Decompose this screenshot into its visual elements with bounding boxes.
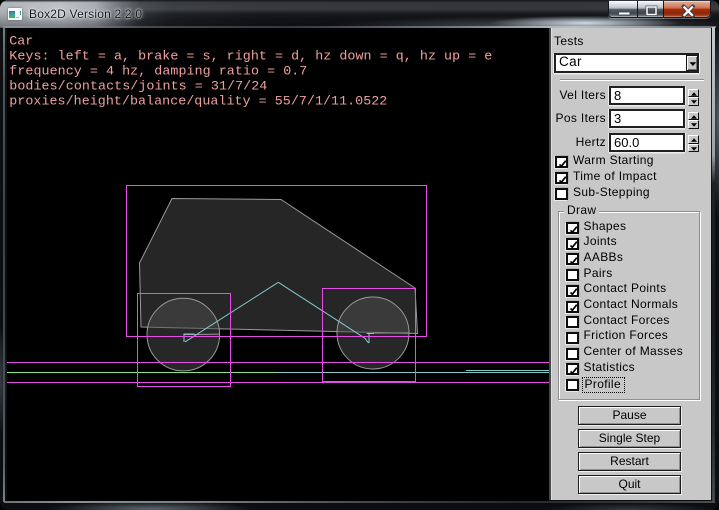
svg-text:proxies/height/balance/quality: proxies/height/balance/quality = 55/7/1/… (9, 95, 387, 110)
svg-text:frequency = 4 hz, damping rati: frequency = 4 hz, damping ratio = 0.7 (9, 65, 307, 80)
svg-text:Keys: left = a, brake = s, rig: Keys: left = a, brake = s, right = d, hz… (9, 50, 492, 65)
svg-text:Car: Car (9, 35, 33, 50)
svg-text:bodies/contacts/joints = 31/7/: bodies/contacts/joints = 31/7/24 (9, 80, 267, 95)
